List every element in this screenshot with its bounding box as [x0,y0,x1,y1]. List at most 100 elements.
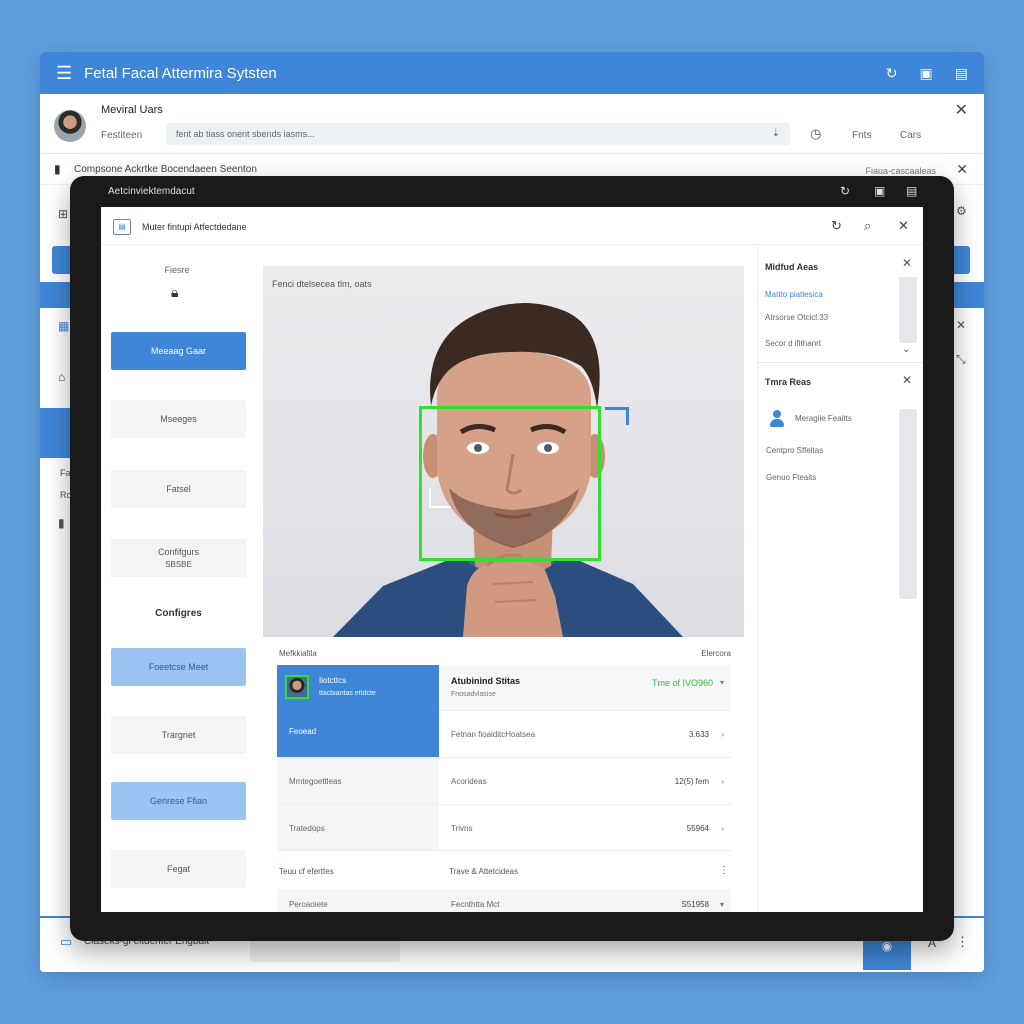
window-icon[interactable]: ▤ [906,184,917,198]
refresh-icon[interactable]: ↻ [840,184,850,198]
row-label: Fecnthtta Mct [451,900,500,909]
row-value: S51958 [681,900,709,909]
side-label-1: Fa [60,468,71,478]
clock-icon[interactable]: ◷ [810,126,821,142]
status-subtitle: Fnosadvlasise [451,691,496,698]
panel-separator [757,362,923,363]
lock-icon[interactable]: ▣ [920,65,933,82]
nav-button-label: Trargnet [161,730,196,740]
nav-button-generate-plan[interactable]: Genrese Ffian [111,782,246,820]
tablet-device: Aetcinviektemdacut ↻ ▣ ▤ ▤ Muter fintupi… [70,176,954,941]
focus-corner-marker [605,407,629,425]
person-thumbnail [285,675,309,699]
fonts-button[interactable]: Fnts [852,130,871,141]
chevron-right-icon[interactable]: › [721,777,724,786]
avatar[interactable] [54,110,86,142]
section-right-label: Fiaua-cascaaleas [865,166,936,176]
face-detection-box [419,406,601,561]
screen-header: ▤ Muter fintupi Atfectdedane ↻ ⌕ ✕ [101,207,923,245]
table-row[interactable]: Mmtegoettleas Acorideas 12(5) fem › [277,758,731,805]
chevron-right-icon[interactable]: › [721,730,724,739]
section-left-label: Teuu cf eferttes [279,867,334,876]
person-name: Iiotcttcs [319,676,347,685]
chevron-down-icon[interactable]: ▾ [720,900,724,909]
side-tab-active[interactable] [40,408,72,458]
background-titlebar: ☰ Fetal Facal Attermira Sytsten ↻ ▣ ▤ [40,52,984,94]
camera-label: Fenci dtelsecea tlm, oats [272,279,372,289]
more-options-icon[interactable]: ⋮ [719,865,729,876]
section-right-label: Trave & Attetcideas [449,867,519,876]
filter-icon[interactable]: ⇣ [772,128,780,139]
panel-title: Tmra Reas [765,377,812,387]
panel-item[interactable]: Secor d ifithanrt [765,339,821,348]
expand-icon[interactable]: ⤡ [956,352,966,367]
focus-corner-marker [429,488,451,508]
panel-link[interactable]: Mattto piatiesica [765,290,823,299]
right-panel-divider [757,246,758,912]
user-icon [768,410,786,428]
attendance-table: Mefkkialtla Elercora Atubinind Stitas Fn… [277,643,731,912]
close-icon[interactable]: ✕ [902,373,912,387]
more-options-icon[interactable]: ⋮ [956,934,969,950]
screen-title: Muter fintupi Atfectdedane [142,222,247,232]
lock-icon[interactable]: ▣ [874,184,885,198]
close-icon[interactable]: ✕ [902,256,912,270]
close-icon[interactable]: ✕ [955,100,968,120]
nav-button-configure[interactable]: Confifgurs SBSBE [111,539,246,577]
table-row[interactable]: Tratedops Trivns 55964 › [277,805,731,851]
status-time: Tme of IVO960 [651,678,713,688]
lock-icon[interactable]: ▮ [58,516,65,530]
settings-icon[interactable]: ⚙ [956,204,967,218]
row-left-label: Peroaoiete [289,900,328,909]
home-icon[interactable]: ⌂ [58,370,65,384]
tablet-title: Aetcinviektemdacut [108,186,195,197]
nav-button-forget[interactable]: Fegat [111,850,246,888]
table-cell: Tratedops [277,805,439,850]
nav-button-manage-user[interactable]: Meeaag Gaar [111,332,246,370]
app-title: Fetal Facal Attermira Sytsten [84,64,277,82]
status-cell: Atubinind Stitas Fnosadvlasise Tme of IV… [439,665,731,710]
refresh-icon[interactable]: ↻ [831,218,842,234]
nav-button-target[interactable]: Trargnet [111,716,246,754]
close-icon[interactable]: ✕ [898,218,909,234]
app-icon: ▤ [113,219,131,235]
folder-icon[interactable]: ▭ [60,934,72,950]
scrollbar[interactable] [899,277,917,343]
camera-feed[interactable]: Fenci dtelsecea tlm, oats [263,266,744,637]
search-icon[interactable]: ⌕ [864,218,871,234]
table-row[interactable]: Peroaoiete Fecnthtta Mct S51958 ▾ [277,889,731,912]
nav-button-process-meet[interactable]: Foeetcse Meet [111,648,246,686]
refresh-icon[interactable]: ↻ [886,65,898,82]
hamburger-menu-icon[interactable]: ☰ [56,63,72,84]
row-label: Acorideas [451,777,487,786]
nav-button-fatsel[interactable]: Fatsel [111,470,246,508]
table-cell: Mmtegoettleas [277,758,439,804]
row-value: 3.633 [688,730,709,739]
nav-button-messages[interactable]: Mseeges [111,400,246,438]
panel-title: Midfud Aeas [765,262,819,272]
search-input[interactable]: fent ab tiass onent sbends iasms... ⇣ [166,123,790,145]
search-text: fent ab tiass onent sbends iasms... [176,129,315,139]
scrollbar[interactable] [899,409,917,599]
grid-icon[interactable]: ⊞ [58,207,68,221]
table-header: Mefkkialtla Elercora [277,643,731,665]
table-header-right: Elercora [701,649,731,658]
nav-button-label: Genrese Ffian [149,796,208,806]
table-icon[interactable]: ▦ [58,319,69,333]
chevron-down-icon[interactable]: ▾ [720,678,724,687]
table-cell: Trivns 55964 › [439,805,731,850]
nav-button-label: Mseeges [160,414,197,424]
nav-button-label: Foeetcse Meet [148,662,209,672]
close-icon[interactable]: ✕ [956,318,966,332]
window-icon[interactable]: ▤ [955,65,968,82]
cars-button[interactable]: Cars [900,130,921,141]
table-row[interactable]: Fetnan fioaiditcHoatsea 3.633 › [277,711,731,758]
chevron-down-icon[interactable]: ⌄ [902,344,910,355]
panel-item[interactable]: Genuo Fteaits [766,473,816,482]
chevron-right-icon[interactable]: › [721,824,724,833]
section-label: Compsone Ackrtke Bocendaeen Seenton [74,164,257,175]
panel-item[interactable]: Meragiie Feaitts [795,414,852,423]
panel-item[interactable]: Centpro Sffeltas [766,446,823,455]
close-icon[interactable]: ✕ [956,161,968,178]
panel-item[interactable]: Atrsorse Otcicl.33 [765,313,828,322]
